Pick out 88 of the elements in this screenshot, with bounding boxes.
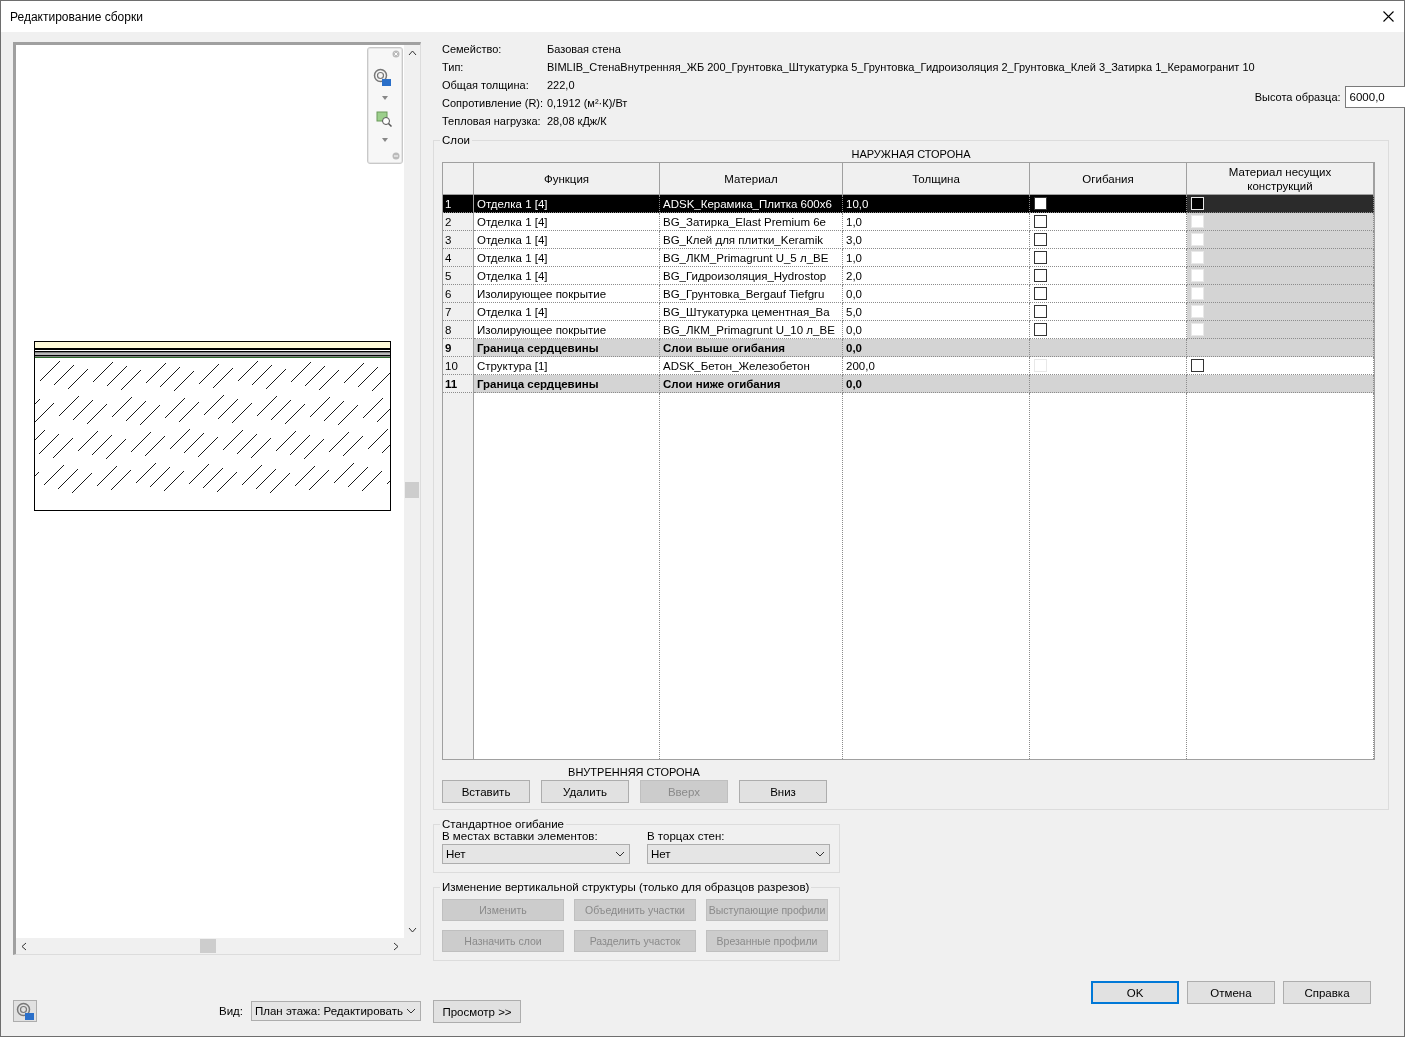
layer-row[interactable]: 4 Отделка 1 [4] BG_ЛКМ_Primagrunt U_5 л_BE 1,0	[443, 249, 1374, 267]
sample-height-field[interactable]: 6000,0	[1344, 86, 1405, 108]
column-header[interactable]: Огибания	[1030, 163, 1187, 195]
chevron-down-icon	[615, 851, 625, 857]
layer-row[interactable]: 11 Граница сердцевины Слои ниже огибания 0,0	[443, 375, 1374, 393]
wrap-checkbox[interactable]	[1034, 197, 1047, 210]
info-value: Базовая стена	[547, 42, 622, 56]
layer-row[interactable]: 9 Граница сердцевины Слои выше огибания 0,0	[443, 339, 1374, 357]
wheel-2d-icon	[373, 68, 391, 86]
row-number: 10	[443, 357, 474, 375]
table-cell: Граница сердцевины	[474, 375, 660, 393]
group-title: Изменение вертикальной структуры (только для образцов разрезов)	[441, 881, 811, 893]
row-number: 6	[443, 285, 474, 303]
outer-side-label: НАРУЖНАЯ СТОРОНА	[851, 148, 971, 160]
dialog-button[interactable]: Отмена	[1187, 981, 1275, 1004]
structural-checkbox[interactable]	[1191, 359, 1204, 372]
wrap-checkbox[interactable]	[1034, 251, 1047, 264]
info-value: 0,1912 (м²·К)/Вт	[547, 96, 629, 110]
row-number: 4	[443, 249, 474, 267]
info-value: 28,08 кДж/К	[547, 114, 608, 128]
chevron-down-icon	[406, 1008, 416, 1014]
wrap-checkbox[interactable]	[1034, 233, 1047, 246]
row-number: 9	[443, 339, 474, 357]
scroll-up-icon[interactable]	[407, 50, 417, 56]
info-label: Общая толщина:	[442, 78, 530, 92]
info-label: Сопротивление (R):	[442, 96, 545, 110]
preview-button[interactable]: Просмотр >>	[433, 1000, 521, 1023]
caret-icon[interactable]	[382, 96, 388, 100]
column-header[interactable]: Материал	[660, 163, 843, 195]
wheel-2d-icon	[16, 1002, 34, 1020]
layer-button[interactable]: Вниз	[739, 780, 827, 803]
table-cell: Слои ниже огибания	[660, 375, 843, 393]
wrapping-dropdown[interactable]: Нет	[442, 844, 630, 864]
group-title: Стандартное огибание	[441, 818, 565, 830]
layer-row[interactable]: 5 Отделка 1 [4] BG_Гидроизоляция_Hydrostop 2,0	[443, 267, 1374, 285]
wrap-checkbox[interactable]	[1034, 323, 1047, 336]
wrap-checkbox[interactable]	[1034, 305, 1047, 318]
column-header[interactable]: Материал несущих конструкций	[1187, 163, 1374, 195]
dialog-button[interactable]: Справка	[1283, 981, 1371, 1004]
info-value: 222,0	[547, 78, 576, 92]
layer-row[interactable]: 10 Структура [1] ADSK_Бетон_Железобетон 200,0	[443, 357, 1374, 375]
view-2d-button[interactable]	[13, 1000, 37, 1022]
group-title: Слои	[441, 134, 471, 146]
layer-button[interactable]: Удалить	[541, 780, 629, 803]
wrap-checkbox[interactable]	[1034, 269, 1047, 282]
layer-row[interactable]: 6 Изолирующее покрытие BG_Грунтовка_Bergauf Tiefgru 0,0	[443, 285, 1374, 303]
window-title: Редактирование сборки	[10, 9, 143, 24]
layer-row[interactable]: 2 Отделка 1 [4] BG_Затирка_Elast Premium 6e 1,0	[443, 213, 1374, 231]
row-number: 7	[443, 303, 474, 321]
column-header[interactable]: Толщина	[843, 163, 1030, 195]
wrap-checkbox[interactable]	[1034, 215, 1047, 228]
view-dropdown[interactable]: План этажа: Редактировать	[251, 1001, 421, 1021]
field-label: В местах вставки элементов:	[442, 830, 599, 842]
info-value: BIMLIB_СтенаВнутренняя_ЖБ 200_Грунтовка_Штукатурка 5_Грунтовка_Гидроизоляция 2_Грунтовка_Клей 3_Затирка 1_Керамогранит 10	[547, 60, 1255, 74]
layer-row[interactable]: 8 Изолирующее покрытие BG_ЛКМ_Primagrunt U_10 л_BE 0,0	[443, 321, 1374, 339]
row-number: 8	[443, 321, 474, 339]
info-label: Тепловая нагрузка:	[442, 114, 542, 128]
wrapping-dropdown[interactable]: Нет	[647, 844, 830, 864]
scroll-left-icon[interactable]	[21, 941, 27, 951]
layer-row[interactable]: 3 Отделка 1 [4] BG_Клей для плитки_Keramik 3,0	[443, 231, 1374, 249]
layer-button[interactable]: Вставить	[442, 780, 530, 803]
dialog-button[interactable]: OK	[1091, 981, 1179, 1004]
close-icon[interactable]	[1383, 11, 1394, 22]
sample-height-label: Высота образца:	[1254, 90, 1341, 104]
row-number: 1	[443, 195, 474, 213]
chevron-down-icon	[815, 851, 825, 857]
zoom-icon[interactable]	[376, 111, 392, 127]
scrollbar-thumb[interactable]	[405, 482, 419, 498]
info-label: Семейство:	[442, 42, 503, 56]
row-number: 11	[443, 375, 474, 393]
vertical-scrollbar[interactable]	[404, 45, 420, 938]
row-number: 3	[443, 231, 474, 249]
wrap-checkbox[interactable]	[1034, 287, 1047, 300]
view-label: Вид:	[219, 1005, 243, 1017]
column-header[interactable]: Функция	[474, 163, 660, 195]
row-number: 5	[443, 267, 474, 285]
scrollbar-thumb[interactable]	[200, 939, 216, 953]
table-cell: 0,0	[843, 375, 1030, 393]
caret-icon[interactable]	[382, 138, 388, 142]
row-number: 2	[443, 213, 474, 231]
info-label: Тип:	[442, 60, 465, 74]
scroll-down-icon[interactable]	[407, 927, 417, 933]
layer-row[interactable]: 7 Отделка 1 [4] BG_Штукатурка цементная_Ba 5,0	[443, 303, 1374, 321]
field-label: В торцах стен:	[647, 830, 726, 842]
horizontal-scrollbar[interactable]	[16, 938, 404, 954]
scroll-right-icon[interactable]	[393, 941, 399, 951]
inner-side-label: ВНУТРЕННЯЯ СТОРОНА	[568, 766, 700, 778]
layer-row[interactable]: 1 Отделка 1 [4] ADSK_Керамика_Плитка 600х6 10,0	[443, 195, 1374, 213]
